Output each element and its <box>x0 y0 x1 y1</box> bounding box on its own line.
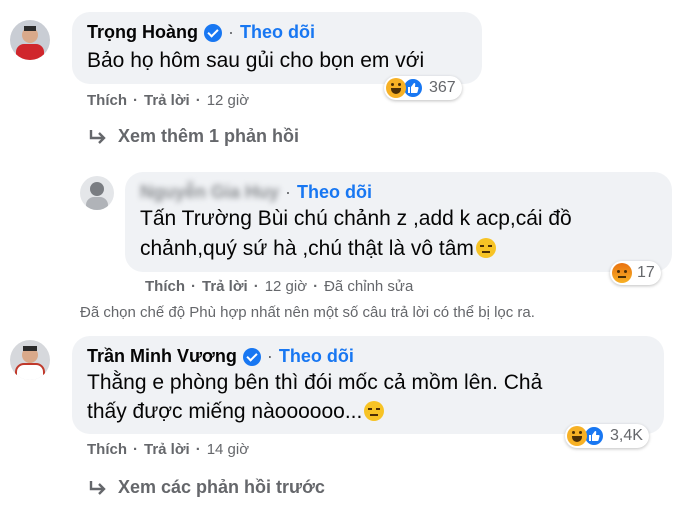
reply-button[interactable]: Trả lời <box>202 278 248 295</box>
separator-dot: · <box>195 441 201 458</box>
separator-dot: · <box>195 92 201 109</box>
follow-button[interactable]: Theo dõi <box>240 22 315 43</box>
comment-header-3: Trần Minh Vương · Theo dõi <box>87 346 354 367</box>
reaction-summary[interactable]: 17 <box>610 261 661 285</box>
comment-actions: Thích · Trả lời · 12 giờ <box>87 92 249 109</box>
follow-button[interactable]: Theo dõi <box>297 182 372 203</box>
comment-actions: Thích · Trả lời · 12 giờ · Đã chỉnh sửa <box>145 278 413 295</box>
separator-dot: · <box>228 22 234 42</box>
avatar-image <box>80 176 114 210</box>
verified-badge-icon <box>204 23 222 42</box>
timestamp[interactable]: 14 giờ <box>207 441 249 458</box>
haha-icon <box>386 78 406 98</box>
separator-dot: · <box>313 278 319 295</box>
separator-dot: · <box>266 346 273 366</box>
view-more-replies-link[interactable]: Xem thêm 1 phản hồi <box>88 126 299 147</box>
comment-text-line-1: Thằng e phòng bên thì đói mốc cả mồm lên… <box>87 371 543 394</box>
comment-text-line-2-content: thấy được miếng nàoooooo... <box>87 400 363 423</box>
follow-button[interactable]: Theo dõi <box>279 346 354 367</box>
separator-dot: · <box>253 278 259 295</box>
avatar-image <box>10 340 50 380</box>
author-name[interactable]: Trần Minh Vương <box>87 346 237 367</box>
avatar-trong-hoang[interactable] <box>10 20 50 60</box>
filter-note: Đã chọn chế độ Phù hợp nhất nên một số c… <box>80 304 535 321</box>
reaction-count: 17 <box>637 264 655 281</box>
view-previous-replies-link[interactable]: Xem các phản hồi trước <box>88 477 325 498</box>
comment-actions: Thích · Trả lời · 14 giờ <box>87 441 249 458</box>
separator-dot: · <box>133 92 138 109</box>
avatar-tran-minh-vuong[interactable] <box>10 340 50 380</box>
haha-icon <box>567 426 587 446</box>
separator-dot: · <box>285 182 292 202</box>
view-more-replies-label: Xem thêm 1 phản hồi <box>118 126 300 146</box>
reaction-summary[interactable]: 3,4K <box>565 424 649 448</box>
edited-label: Đã chỉnh sửa <box>324 278 414 295</box>
like-button[interactable]: Thích <box>87 92 127 109</box>
reply-arrow-icon <box>89 480 106 495</box>
timestamp[interactable]: 12 giờ <box>265 278 307 295</box>
reaction-summary[interactable]: 367 <box>384 76 462 100</box>
comment-header-2: Nguyễn Gia Huy · Theo dõi <box>140 182 372 203</box>
separator-dot: · <box>133 441 138 458</box>
reaction-count: 367 <box>429 79 456 96</box>
reply-button[interactable]: Trả lời <box>144 441 190 458</box>
view-previous-replies-label: Xem các phản hồi trước <box>118 477 325 497</box>
like-button[interactable]: Thích <box>145 278 185 295</box>
angry-icon <box>612 263 632 283</box>
comment-text: Bảo họ hôm sau gủi cho bọn em với <box>87 49 425 72</box>
reply-arrow-icon <box>89 129 106 144</box>
expressionless-emoji-icon <box>475 238 496 258</box>
timestamp[interactable]: 12 giờ <box>207 92 249 109</box>
author-name[interactable]: Nguyễn Gia Huy <box>140 182 279 203</box>
separator-dot: · <box>191 278 196 295</box>
comment-text-line-2: chảnh,quý sứ hà ,chú thật là vô tâm <box>140 234 496 264</box>
avatar-image <box>10 20 50 60</box>
reply-button[interactable]: Trả lời <box>144 92 190 109</box>
like-button[interactable]: Thích <box>87 441 127 458</box>
comment-header-1: Trọng Hoàng · Theo dõi <box>87 22 315 43</box>
verified-badge-icon <box>242 347 261 366</box>
reaction-count: 3,4K <box>610 427 643 444</box>
comment-text-line-2: thấy được miếng nàoooooo... <box>87 397 385 427</box>
avatar-reply[interactable] <box>80 176 114 210</box>
author-name[interactable]: Trọng Hoàng <box>87 22 198 43</box>
comment-text-line-1: Tấn Trường Bùi chú chảnh z ,add k acp,cá… <box>140 207 572 230</box>
smirk-emoji-icon <box>364 401 385 421</box>
comment-text-line-2-content: chảnh,quý sứ hà ,chú thật là vô tâm <box>140 237 474 260</box>
